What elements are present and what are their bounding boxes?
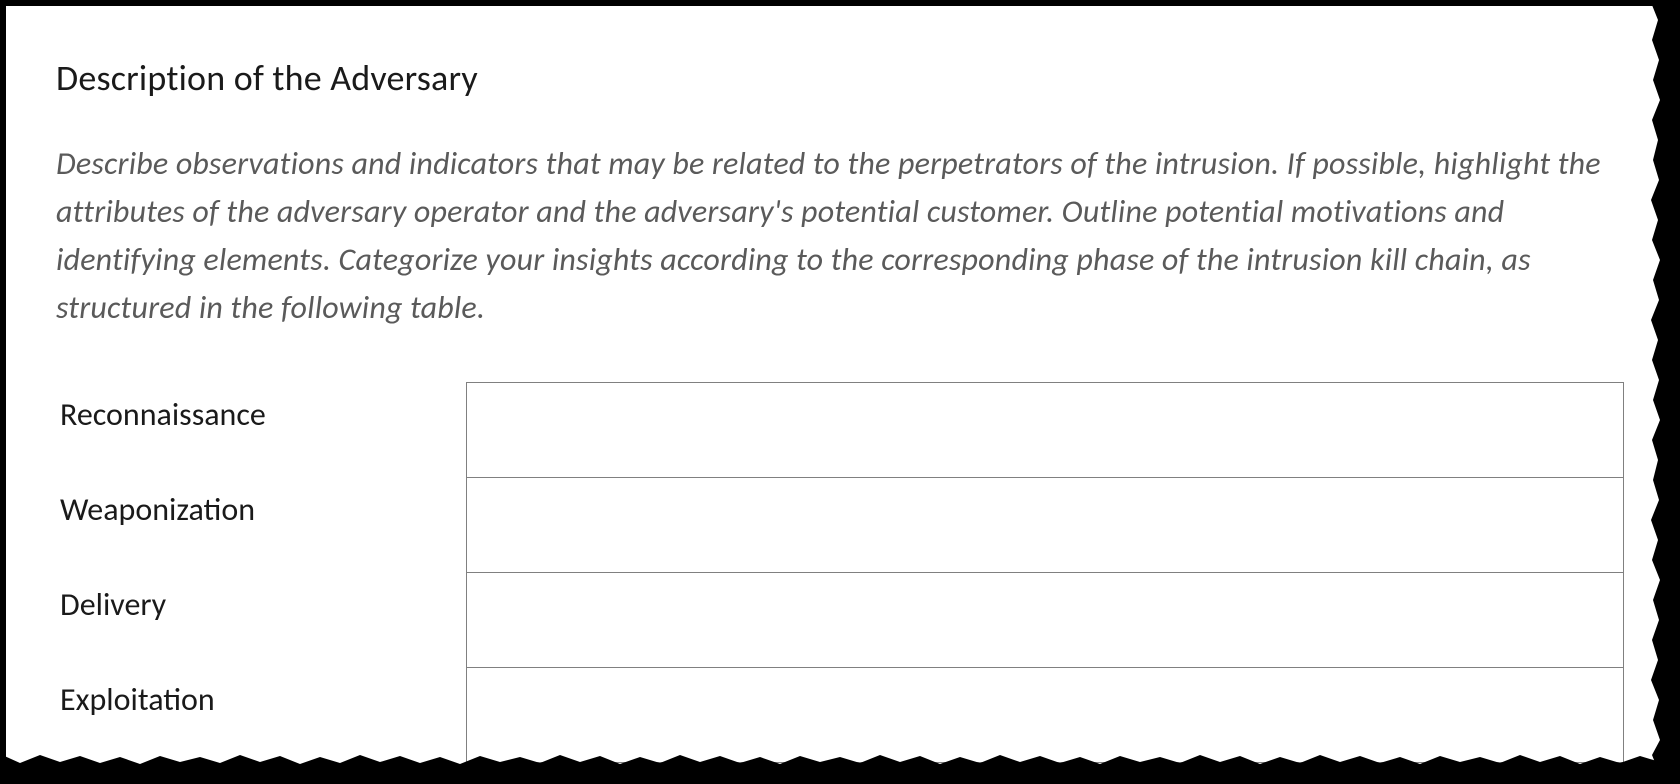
table-row: Reconnaissance [56,383,1624,478]
document-page: Description of the Adversary Describe ob… [0,0,1680,784]
table-row: Delivery [56,573,1624,668]
table-row: Exploitation [56,668,1624,763]
phase-label-reconnaissance: Reconnaissance [56,383,466,478]
section-description: Describe observations and indicators tha… [56,140,1624,332]
phase-label-exploitation: Exploitation [56,668,466,763]
phase-input-exploitation[interactable] [477,674,1614,709]
kill-chain-table: Reconnaissance Weaponization Delivery Ex… [56,382,1624,763]
phase-input-cell-delivery [466,573,1624,668]
phase-input-cell-reconnaissance [466,383,1624,478]
section-heading: Description of the Adversary [56,56,1624,100]
phase-label-weaponization: Weaponization [56,478,466,573]
phase-input-weaponization[interactable] [477,484,1614,519]
table-row: Weaponization [56,478,1624,573]
phase-label-delivery: Delivery [56,573,466,668]
phase-input-cell-exploitation [466,668,1624,763]
phase-input-reconnaissance[interactable] [477,389,1614,424]
phase-input-delivery[interactable] [477,579,1614,614]
phase-input-cell-weaponization [466,478,1624,573]
